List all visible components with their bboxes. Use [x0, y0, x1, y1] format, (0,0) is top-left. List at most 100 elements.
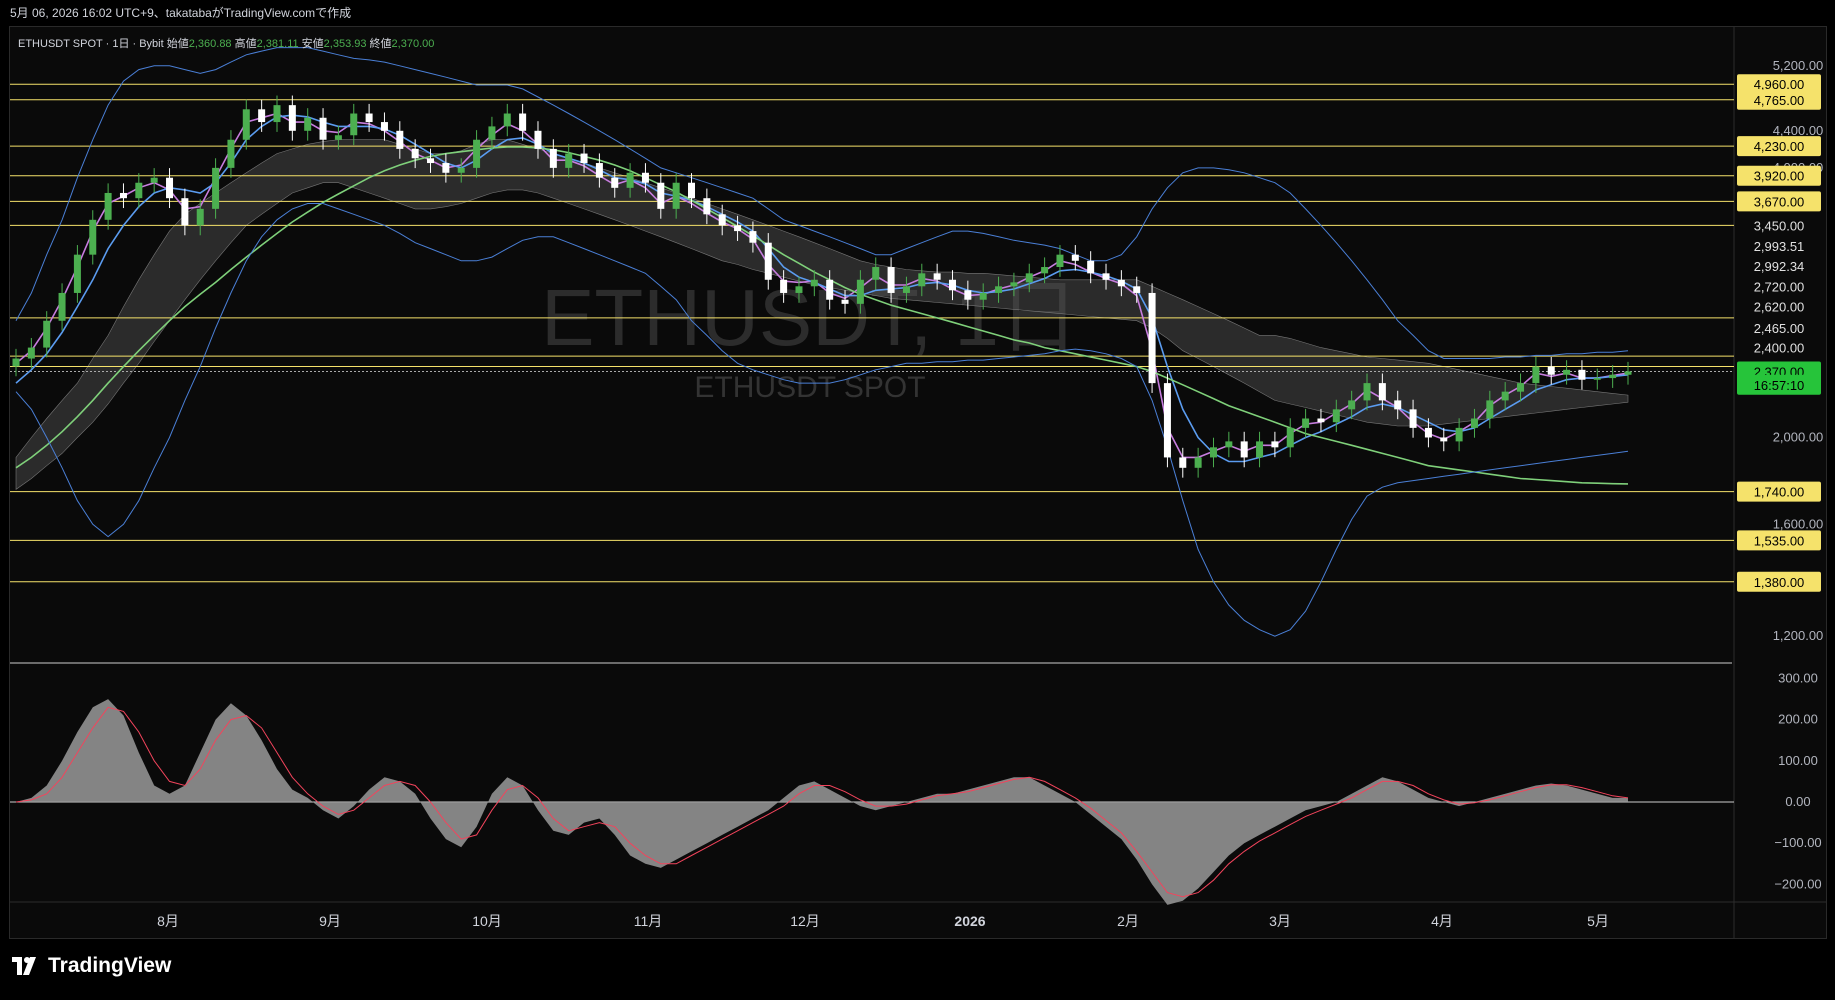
candle-body — [718, 214, 726, 226]
chart-frame[interactable]: ETHUSDT, 1日 ETHUSDT SPOT ETHUSDT SPOT · 1日… — [9, 26, 1827, 939]
candle-body — [1517, 383, 1525, 392]
candle-body — [1547, 366, 1555, 375]
candle-body — [626, 172, 634, 188]
time-axis-label: 12月 — [790, 913, 820, 929]
time-axis-label: 2026 — [954, 913, 985, 929]
candle-body — [58, 292, 66, 321]
candle-body — [1624, 371, 1632, 375]
candle-body — [43, 320, 51, 348]
candle-body — [1117, 279, 1125, 287]
candle-body — [304, 117, 312, 131]
price-label: 1,740.00 — [1754, 485, 1805, 500]
candle-body — [1102, 273, 1110, 280]
candle-body — [227, 139, 235, 168]
candle-body — [519, 113, 527, 131]
chart-canvas[interactable]: ETHUSDT, 1日ETHUSDT SPOTETHUSDT SPOT · 1日… — [10, 27, 1826, 938]
chart-meta-text: 5月 06, 2026 16:02 UTC+9、takatabaがTrading… — [10, 6, 352, 20]
candle-body — [1256, 441, 1264, 458]
candle-body — [1010, 282, 1018, 287]
candle-body — [258, 109, 266, 123]
candle-body — [196, 208, 204, 226]
candle-body — [810, 279, 818, 287]
legend-part: 2,381.11 — [257, 38, 302, 50]
candle-body — [350, 113, 358, 136]
candle-body — [1363, 383, 1371, 401]
candle-body — [411, 148, 419, 159]
tradingview-logo[interactable]: TradingView — [12, 954, 171, 978]
macd-tick-label: 300.00 — [1778, 670, 1818, 685]
legend-part: ETHUSDT SPOT · 1日 · Bybit — [18, 38, 167, 50]
candle-body — [902, 286, 910, 293]
macd-tick-label: −100.00 — [1774, 835, 1821, 850]
candle-body — [1470, 418, 1478, 428]
price-label: 4,230.00 — [1754, 139, 1805, 154]
legend-part: 2,353.93 — [324, 38, 370, 50]
candle-body — [442, 163, 450, 173]
price-label: 3,450.00 — [1754, 218, 1805, 233]
legend-part: 2,360.88 — [189, 38, 235, 50]
price-label: 16:57:10 — [1754, 378, 1805, 393]
candle-body — [565, 153, 573, 168]
candle-body — [1133, 286, 1141, 293]
candle-body — [948, 279, 956, 291]
candle-body — [549, 148, 557, 168]
candle-body — [1578, 369, 1586, 380]
legend-part: 2,370.00 — [392, 38, 435, 50]
candle-body — [1332, 409, 1340, 423]
candle-body — [181, 198, 189, 226]
candle-body — [641, 172, 649, 183]
macd-tick-label: −200.00 — [1774, 876, 1821, 891]
candle-body — [1148, 292, 1156, 384]
candle-body — [1286, 427, 1294, 448]
candle-body — [1378, 383, 1386, 401]
candle-body — [380, 122, 388, 131]
legend-part: 終値 — [370, 36, 392, 50]
candle-body — [780, 279, 788, 293]
candle-body — [119, 192, 127, 199]
candle-body — [964, 290, 972, 300]
price-label: 2,993.51 — [1754, 239, 1805, 254]
candle-body — [1532, 366, 1540, 384]
candle-body — [1394, 400, 1402, 410]
candle-body — [1593, 378, 1601, 380]
candle-body — [12, 358, 20, 367]
price-tick-label: 2,000.00 — [1773, 429, 1824, 444]
candle-body — [1179, 457, 1187, 468]
candle-body — [1225, 441, 1233, 448]
candle-body — [1240, 441, 1248, 458]
candle-body — [933, 273, 941, 280]
price-label: 2,465.00 — [1754, 321, 1805, 336]
candle-body — [242, 109, 250, 140]
price-label: 3,920.00 — [1754, 169, 1805, 184]
time-axis-label: 8月 — [157, 913, 179, 929]
time-axis-label: 10月 — [472, 913, 502, 929]
candle-body — [166, 177, 174, 199]
macd-tick-label: 200.00 — [1778, 712, 1818, 727]
candle-body — [1563, 369, 1571, 375]
price-label: 2,620.00 — [1754, 300, 1805, 315]
candle-body — [749, 231, 757, 243]
candle-body — [611, 177, 619, 188]
candle-body — [1440, 437, 1448, 442]
footer: TradingView — [0, 940, 1835, 1000]
candle-body — [1409, 409, 1417, 428]
candle-body — [1486, 400, 1494, 419]
candle-body — [734, 225, 742, 232]
watermark-sub: ETHUSDT SPOT — [694, 371, 925, 404]
candle-body — [273, 105, 281, 123]
price-tick-label: 5,200.00 — [1773, 58, 1824, 73]
price-label: 1,535.00 — [1754, 533, 1805, 548]
candle-body — [365, 113, 373, 123]
price-tick-label: 1,600.00 — [1773, 516, 1824, 531]
time-axis-label: 4月 — [1431, 913, 1453, 929]
candle-body — [427, 158, 435, 164]
candle-body — [979, 292, 987, 300]
candle-body — [334, 135, 342, 140]
price-label: 4,765.00 — [1754, 93, 1805, 108]
candle-body — [1194, 457, 1202, 468]
candle-body — [534, 130, 542, 149]
ohlc-legend: ETHUSDT SPOT · 1日 · Bybit 始値2,360.88 高値2… — [18, 36, 434, 50]
macd-histogram-area — [16, 699, 1628, 905]
chart-meta-bar: 5月 06, 2026 16:02 UTC+9、takatabaがTrading… — [0, 0, 1835, 26]
candle-body — [104, 192, 112, 220]
